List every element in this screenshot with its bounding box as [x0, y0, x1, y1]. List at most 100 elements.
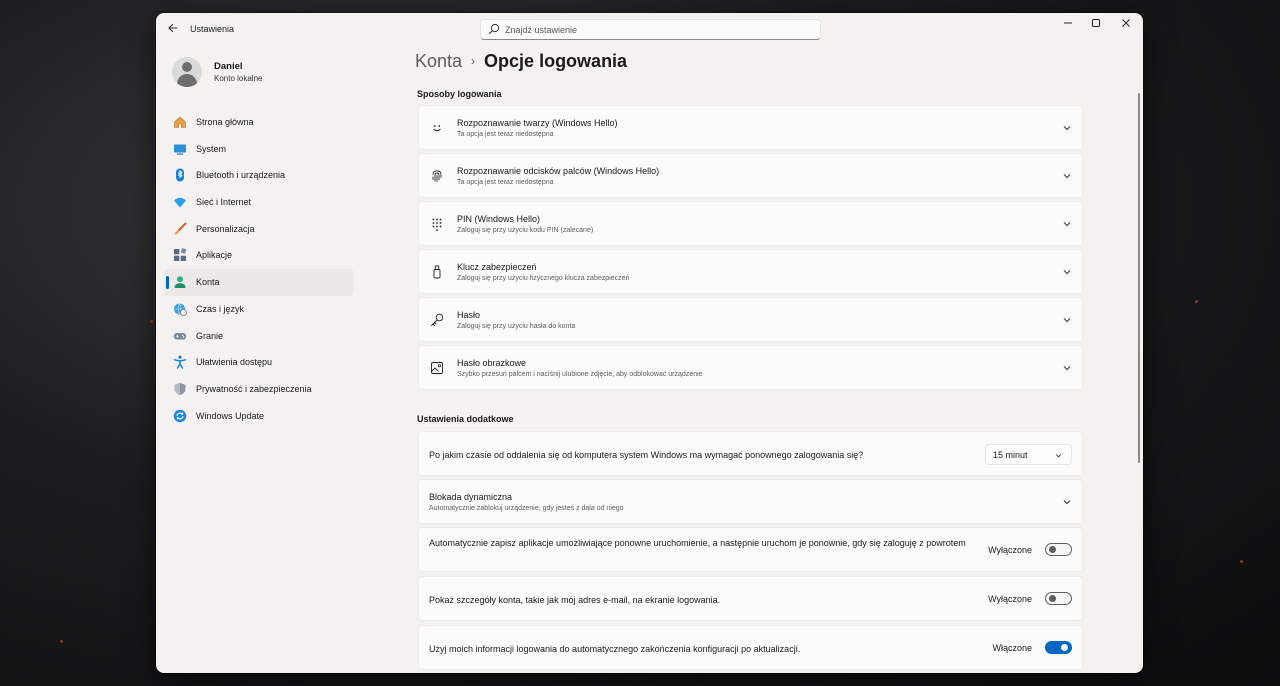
- shield-icon: [174, 382, 186, 396]
- sidebar-item-personalization[interactable]: Personalizacja: [164, 216, 354, 243]
- require-signin-dropdown[interactable]: 15 minut: [985, 444, 1072, 465]
- maximize-button[interactable]: [1082, 15, 1110, 35]
- chevron-down-icon: [1063, 174, 1071, 179]
- toggle-state-label: Włączone: [992, 643, 1032, 653]
- bluetooth-icon: [176, 168, 184, 182]
- card-show-account-details: Pokaż szczegóły konta, takie jak mój adr…: [418, 576, 1083, 621]
- card-title: PIN (Windows Hello): [457, 214, 541, 224]
- card-title: Rozpoznawanie odcisków palców (Windows H…: [457, 166, 660, 176]
- chevron-down-icon: [1063, 270, 1071, 275]
- sidebar-item-label: Windows Update: [196, 410, 265, 421]
- dropdown-value: 15 minut: [993, 450, 1028, 460]
- sidebar-item-network[interactable]: Sieć i Internet: [164, 189, 354, 216]
- minimize-button[interactable]: [1054, 15, 1082, 35]
- maximize-icon: [1092, 19, 1100, 27]
- chevron-down-icon: [1063, 500, 1071, 505]
- card-picture-password[interactable]: Hasło obrazkowe Szybko przesuń palcem i …: [418, 345, 1083, 390]
- sidebar-item-apps[interactable]: Aplikacje: [164, 242, 354, 269]
- face-icon: [433, 125, 441, 132]
- brush-icon: [174, 222, 187, 235]
- scrollbar[interactable]: [1138, 93, 1140, 463]
- search-input[interactable]: [505, 22, 805, 37]
- update-icon: [173, 409, 187, 422]
- breadcrumb: Konta › Opcje logowania: [415, 51, 627, 72]
- search-box[interactable]: [480, 19, 821, 40]
- key-icon: [431, 313, 444, 326]
- sidebar-item-accessibility[interactable]: Ułatwienia dostępu: [164, 349, 354, 376]
- back-button[interactable]: [164, 21, 182, 39]
- sidebar-item-time-language[interactable]: Czas i język: [164, 296, 354, 323]
- app-title: Ustawienia: [190, 24, 235, 34]
- card-subtitle: Zaloguj się przy użyciu fizycznego klucz…: [457, 275, 630, 282]
- profile-name: Daniel: [214, 61, 243, 72]
- sidebar-item-privacy[interactable]: Prywatność i zabezpieczenia: [164, 376, 354, 403]
- gamepad-icon: [173, 332, 187, 339]
- settings-window: Ustawienia Daniel Konto lokalne Strona g…: [156, 13, 1143, 673]
- card-subtitle: Automatycznie zablokuj urządzenie, gdy j…: [429, 505, 624, 512]
- sidebar-item-label: Aplikacje: [196, 250, 233, 261]
- card-security-key[interactable]: Klucz zabezpieczeń Zaloguj się przy użyc…: [418, 249, 1083, 294]
- card-title: Użyj moich informacji logowania do autom…: [429, 644, 801, 654]
- system-icon: [174, 144, 186, 155]
- card-pin[interactable]: PIN (Windows Hello) Zaloguj się przy uży…: [418, 201, 1083, 246]
- sidebar-item-gaming[interactable]: Granie: [164, 323, 354, 350]
- sidebar-item-home[interactable]: Strona główna: [164, 109, 354, 136]
- card-title: Automatycznie zapisz aplikacje umożliwia…: [429, 538, 966, 548]
- card-title: Blokada dynamiczna: [429, 492, 513, 502]
- sidebar-item-label: Strona główna: [196, 117, 254, 127]
- page-title: Opcje logowania: [484, 51, 628, 71]
- card-subtitle: Ta opcja jest teraz niedostępna: [457, 131, 554, 138]
- card-dynamic-lock[interactable]: Blokada dynamiczna Automatycznie zabloku…: [418, 479, 1083, 524]
- sidebar-item-system[interactable]: System: [164, 136, 354, 163]
- apps-icon: [174, 248, 187, 262]
- card-title: Hasło obrazkowe: [457, 358, 527, 368]
- toggle-state-label: Wyłączone: [988, 545, 1032, 555]
- profile-account-type: Konto lokalne: [214, 74, 263, 83]
- sidebar-item-accounts[interactable]: Konta: [164, 269, 354, 296]
- card-title: Klucz zabezpieczeń: [457, 262, 537, 272]
- sidebar-item-bluetooth[interactable]: Bluetooth i urządzenia: [164, 162, 354, 189]
- sidebar-item-label: Granie: [196, 330, 224, 341]
- restart-apps-toggle[interactable]: [1045, 543, 1072, 556]
- avatar: [172, 57, 202, 87]
- sidebar-item-windows-update[interactable]: Windows Update: [164, 403, 354, 430]
- keypad-icon: [432, 218, 442, 231]
- globe-clock-icon: [174, 303, 187, 316]
- close-icon: [1122, 19, 1130, 27]
- wifi-icon: [174, 197, 186, 208]
- ember-decoration: [1240, 560, 1243, 563]
- chevron-down-icon: [1063, 222, 1071, 227]
- user-profile[interactable]: Daniel Konto lokalne: [172, 57, 372, 93]
- title-bar: Ustawienia: [156, 13, 1143, 47]
- sidebar-item-label: Czas i język: [196, 303, 245, 314]
- card-subtitle: Zaloguj się przy użyciu kodu PIN (zaleca…: [457, 227, 594, 234]
- sidebar-item-label: System: [196, 143, 227, 154]
- card-password[interactable]: Hasło Zaloguj się przy użyciu hasła do k…: [418, 297, 1083, 342]
- section-title-sign-in-methods: Sposoby logowania: [417, 89, 502, 99]
- accounts-icon: [174, 276, 186, 289]
- accessibility-icon: [173, 355, 187, 369]
- ember-decoration: [60, 640, 63, 643]
- sidebar-item-label: Bluetooth i urządzenia: [196, 170, 286, 181]
- chevron-down-icon: [1063, 318, 1071, 323]
- toggle-state-label: Wyłączone: [988, 594, 1032, 604]
- card-title: Rozpoznawanie twarzy (Windows Hello): [457, 118, 618, 128]
- close-button[interactable]: [1112, 15, 1140, 35]
- card-title: Pokaż szczegóły konta, takie jak mój adr…: [429, 595, 721, 605]
- use-signin-info-toggle[interactable]: [1045, 641, 1072, 654]
- section-title-additional-settings: Ustawienia dodatkowe: [417, 414, 514, 424]
- sidebar-item-label: Ułatwienia dostępu: [196, 357, 273, 368]
- card-title: Hasło: [457, 310, 481, 320]
- card-require-signin: Po jakim czasie od oddalenia się od komp…: [418, 431, 1083, 476]
- breadcrumb-separator: ›: [471, 54, 476, 68]
- sidebar-item-label: Sieć i Internet: [196, 197, 252, 208]
- sidebar-nav: Strona główna System Bluetooth i urządze…: [164, 109, 356, 429]
- card-subtitle: Ta opcja jest teraz niedostępna: [457, 179, 554, 186]
- card-face-recognition[interactable]: Rozpoznawanie twarzy (Windows Hello) Ta …: [418, 105, 1083, 150]
- breadcrumb-parent[interactable]: Konta: [415, 51, 462, 71]
- minimize-icon: [1064, 22, 1072, 24]
- show-account-details-toggle[interactable]: [1045, 592, 1072, 605]
- card-fingerprint-recognition[interactable]: Rozpoznawanie odcisków palców (Windows H…: [418, 153, 1083, 198]
- sidebar-item-label: Konta: [196, 277, 220, 288]
- chevron-down-icon: [1055, 454, 1062, 458]
